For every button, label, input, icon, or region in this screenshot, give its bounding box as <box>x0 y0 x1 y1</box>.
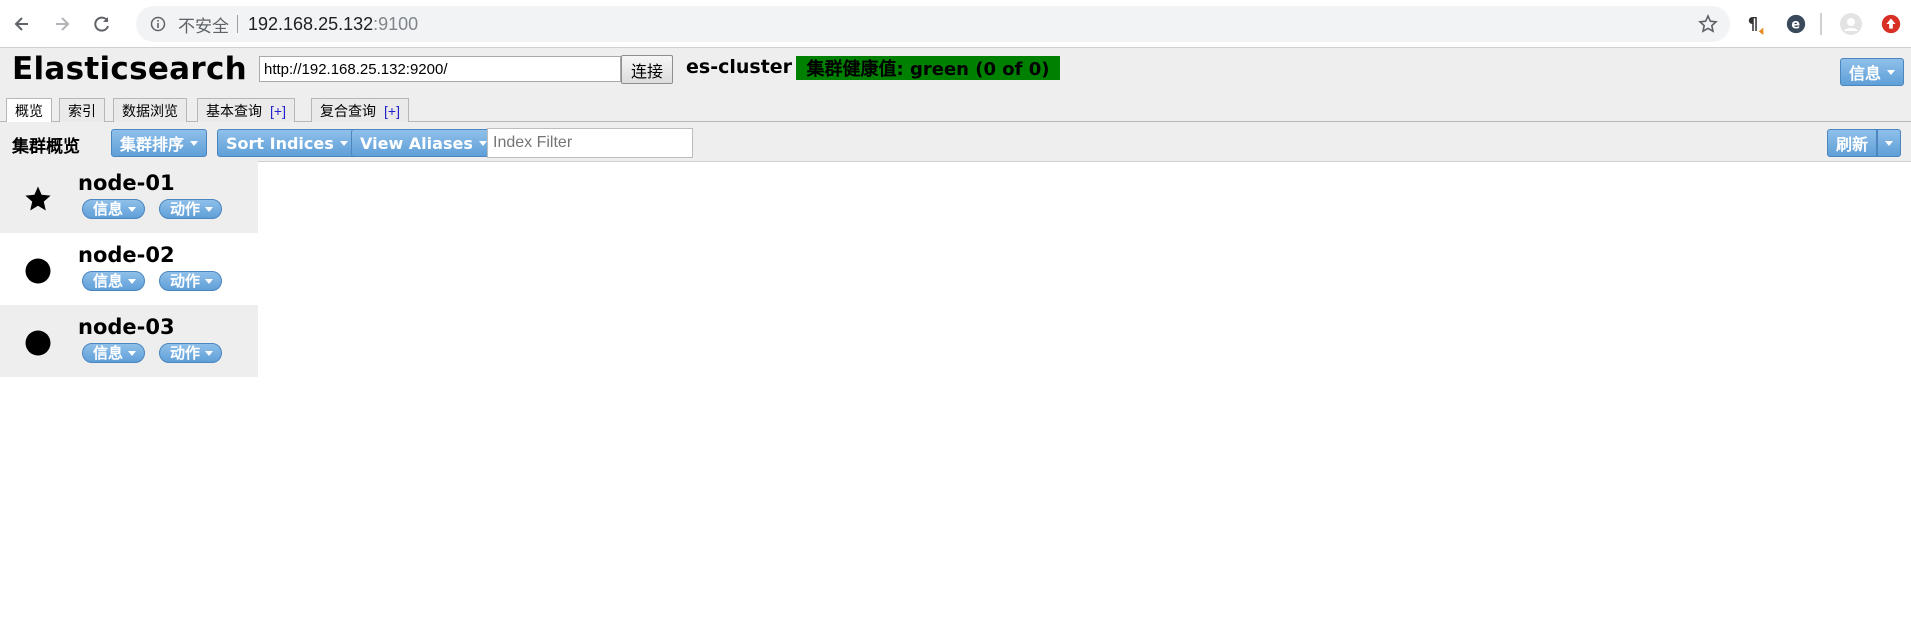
chevron-down-icon <box>339 140 348 146</box>
tab-label: 概览 <box>15 103 43 119</box>
node-name: node-01 <box>78 171 175 195</box>
node-name: node-02 <box>78 243 175 267</box>
reload-icon <box>94 16 109 32</box>
chevron-down-icon <box>478 140 487 146</box>
tab-label: 数据浏览 <box>122 103 178 119</box>
chevron-down-icon <box>205 350 214 356</box>
browser-toolbar: 不安全 192.168.25.132:9100 ¶ e <box>0 0 1911 48</box>
node-info-button[interactable]: 信息 <box>82 271 146 291</box>
sort-cluster-button[interactable]: 集群排序 <box>111 129 208 157</box>
connect-button[interactable]: 连接 <box>621 55 673 84</box>
svg-text:e: e <box>1791 18 1800 33</box>
view-aliases-label: View Aliases <box>360 133 473 153</box>
tab-bar: 概览 索引 数据浏览 基本查询 [+] 复合查询 [+] <box>0 94 1911 123</box>
info-menu-button[interactable]: 信息 <box>1840 58 1905 86</box>
cluster-health-badge: 集群健康值: green (0 of 0) <box>796 56 1060 80</box>
chevron-down-icon <box>128 350 137 356</box>
page-title: 集群概览 <box>12 137 80 157</box>
chevron-down-icon <box>128 206 137 212</box>
url-port: :9100 <box>373 13 419 34</box>
info-menu-label: 信息 <box>1849 64 1882 83</box>
node-info-button[interactable]: 信息 <box>82 343 146 363</box>
forward-arrow-icon <box>56 16 70 31</box>
node-row: node-03 信息 动作 <box>0 305 258 377</box>
refresh-options-button[interactable] <box>1877 129 1902 157</box>
forward-button[interactable] <box>44 6 80 42</box>
bookmark-star-icon[interactable] <box>1698 14 1718 34</box>
node-action-button[interactable]: 动作 <box>159 343 223 363</box>
svg-text:¶: ¶ <box>1748 15 1759 34</box>
node-info-label: 信息 <box>93 272 124 290</box>
chevron-down-icon <box>1885 140 1894 146</box>
reload-button[interactable] <box>84 6 120 42</box>
sort-indices-button[interactable]: Sort Indices <box>217 129 357 157</box>
node-name: node-03 <box>78 315 175 339</box>
tab-label: 索引 <box>68 103 96 119</box>
pilcrow-extension-icon[interactable]: ¶ <box>1744 12 1768 36</box>
tab-basic-query[interactable]: 基本查询 [+] <box>197 98 295 123</box>
info-circle-icon[interactable] <box>150 16 166 32</box>
add-tab-link[interactable]: [+] <box>270 103 286 119</box>
insecure-label: 不安全 <box>178 16 229 36</box>
node-action-button[interactable]: 动作 <box>159 271 223 291</box>
tab-compound-query[interactable]: 复合查询 [+] <box>311 98 409 123</box>
node-action-button[interactable]: 动作 <box>159 199 223 219</box>
tab-browser[interactable]: 数据浏览 <box>113 98 187 123</box>
node-action-label: 动作 <box>170 344 201 362</box>
connect-url-input[interactable] <box>259 56 621 82</box>
node-row: node-02 信息 动作 <box>0 233 258 305</box>
app-header: Elasticsearch 连接 es-cluster 集群健康值: green… <box>0 48 1911 94</box>
chevron-down-icon <box>190 140 199 146</box>
back-button[interactable] <box>4 6 40 42</box>
e-extension-icon[interactable]: e <box>1784 12 1808 36</box>
address-bar[interactable]: 不安全 192.168.25.132:9100 <box>136 6 1730 42</box>
index-filter-input[interactable] <box>487 128 693 158</box>
url-text: 192.168.25.132:9100 <box>248 14 418 35</box>
node-info-label: 信息 <box>93 200 124 218</box>
sort-indices-label: Sort Indices <box>226 133 334 153</box>
node-info-button[interactable]: 信息 <box>82 199 146 219</box>
node-row: node-01 信息 动作 <box>0 161 258 233</box>
refresh-button[interactable]: 刷新 <box>1827 129 1878 157</box>
node-list: node-01 信息 动作 node-02 信息 动作 node-03 信息 动… <box>0 161 258 377</box>
cluster-name: es-cluster <box>686 56 793 78</box>
sort-cluster-label: 集群排序 <box>120 135 185 154</box>
chevron-down-icon <box>1887 69 1896 75</box>
chevron-down-icon <box>205 278 214 284</box>
toolbar-divider <box>1820 13 1822 35</box>
star-icon <box>25 186 51 211</box>
refresh-control: 刷新 <box>1827 129 1902 157</box>
chevron-down-icon <box>128 278 137 284</box>
tab-label: 复合查询 <box>320 103 376 119</box>
tab-label: 基本查询 <box>206 103 262 119</box>
url-host: 192.168.25.132 <box>248 13 374 34</box>
tab-indices[interactable]: 索引 <box>59 98 105 123</box>
update-alert-icon[interactable] <box>1879 12 1903 36</box>
tab-overview[interactable]: 概览 <box>6 98 52 123</box>
circle-icon <box>25 258 51 284</box>
add-tab-link[interactable]: [+] <box>384 103 400 119</box>
overview-toolbar: 集群概览 集群排序 Sort Indices View Aliases 刷新 <box>0 122 1911 162</box>
back-arrow-icon <box>14 16 28 31</box>
view-aliases-button[interactable]: View Aliases <box>351 129 496 157</box>
omnibox-divider <box>237 15 238 33</box>
node-info-label: 信息 <box>93 344 124 362</box>
app-title: Elasticsearch <box>12 51 248 87</box>
circle-icon <box>25 330 51 356</box>
chevron-down-icon <box>205 206 214 212</box>
node-action-label: 动作 <box>170 272 201 290</box>
node-action-label: 动作 <box>170 200 201 218</box>
profile-avatar-icon[interactable] <box>1839 12 1863 36</box>
